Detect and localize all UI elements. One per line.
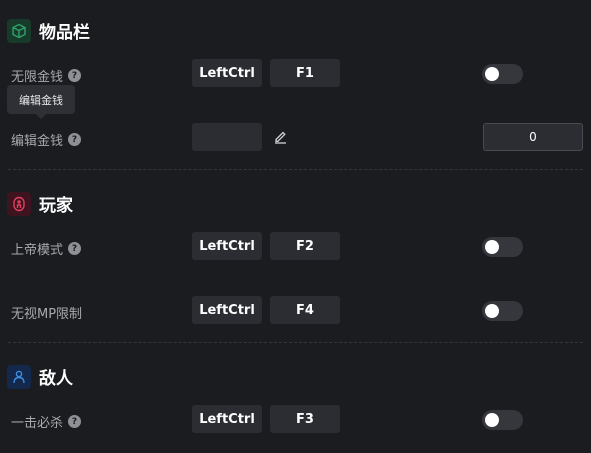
- section-divider: [8, 169, 583, 170]
- ignore-mp-toggle[interactable]: [482, 301, 523, 321]
- infinite-money-label: 无限金钱: [11, 70, 64, 85]
- hotkey-key-button[interactable]: F1: [270, 59, 340, 87]
- hotkey-key-button[interactable]: F3: [270, 405, 340, 433]
- section-title: 玩家: [39, 196, 73, 216]
- help-icon[interactable]: ?: [68, 242, 82, 255]
- help-icon[interactable]: ?: [68, 133, 82, 146]
- toggle-knob: [485, 67, 499, 81]
- help-icon[interactable]: ?: [68, 69, 82, 82]
- section-divider: [8, 342, 583, 343]
- ignore-mp-label: 无视MP限制: [11, 307, 83, 322]
- god-mode-toggle[interactable]: [482, 237, 523, 257]
- edit-money-label-row: 编辑金钱 ?: [11, 130, 82, 149]
- hotkey-modifier-button[interactable]: LeftCtrl: [192, 232, 262, 260]
- hotkey-key-button[interactable]: F4: [270, 296, 340, 324]
- section-inventory: 物品栏: [7, 18, 90, 43]
- hotkey-modifier-button[interactable]: LeftCtrl: [192, 59, 262, 87]
- toggle-knob: [485, 413, 499, 427]
- section-player: 玩家: [7, 191, 73, 216]
- hotkey-modifier-button[interactable]: LeftCtrl: [192, 296, 262, 324]
- cube-icon: [7, 18, 31, 43]
- person-icon: [7, 364, 31, 389]
- money-value-input[interactable]: 0: [483, 123, 583, 151]
- person-badge-icon: [7, 191, 31, 216]
- infinite-money-toggle[interactable]: [482, 64, 523, 84]
- one-hit-kill-label-row: 一击必杀 ?: [11, 412, 82, 431]
- tooltip-arrow: [36, 114, 46, 119]
- section-title: 物品栏: [39, 23, 90, 43]
- edit-money-label: 编辑金钱: [11, 134, 64, 149]
- section-enemy: 敌人: [7, 364, 73, 389]
- god-mode-label: 上帝模式: [11, 243, 64, 258]
- toggle-knob: [485, 240, 499, 254]
- toggle-knob: [485, 304, 499, 318]
- one-hit-kill-label: 一击必杀: [11, 416, 64, 431]
- ignore-mp-label-row: 无视MP限制: [11, 303, 82, 322]
- god-mode-label-row: 上帝模式 ?: [11, 239, 82, 258]
- infinite-money-label-row: 无限金钱 ?: [11, 66, 82, 85]
- hotkey-empty-slot[interactable]: [192, 123, 262, 151]
- hotkey-key-button[interactable]: F2: [270, 232, 340, 260]
- section-title: 敌人: [39, 369, 73, 389]
- help-icon[interactable]: ?: [68, 415, 82, 428]
- edit-pencil-icon[interactable]: [273, 129, 288, 148]
- one-hit-kill-toggle[interactable]: [482, 410, 523, 430]
- hotkey-modifier-button[interactable]: LeftCtrl: [192, 405, 262, 433]
- tooltip: 编辑金钱: [7, 85, 75, 114]
